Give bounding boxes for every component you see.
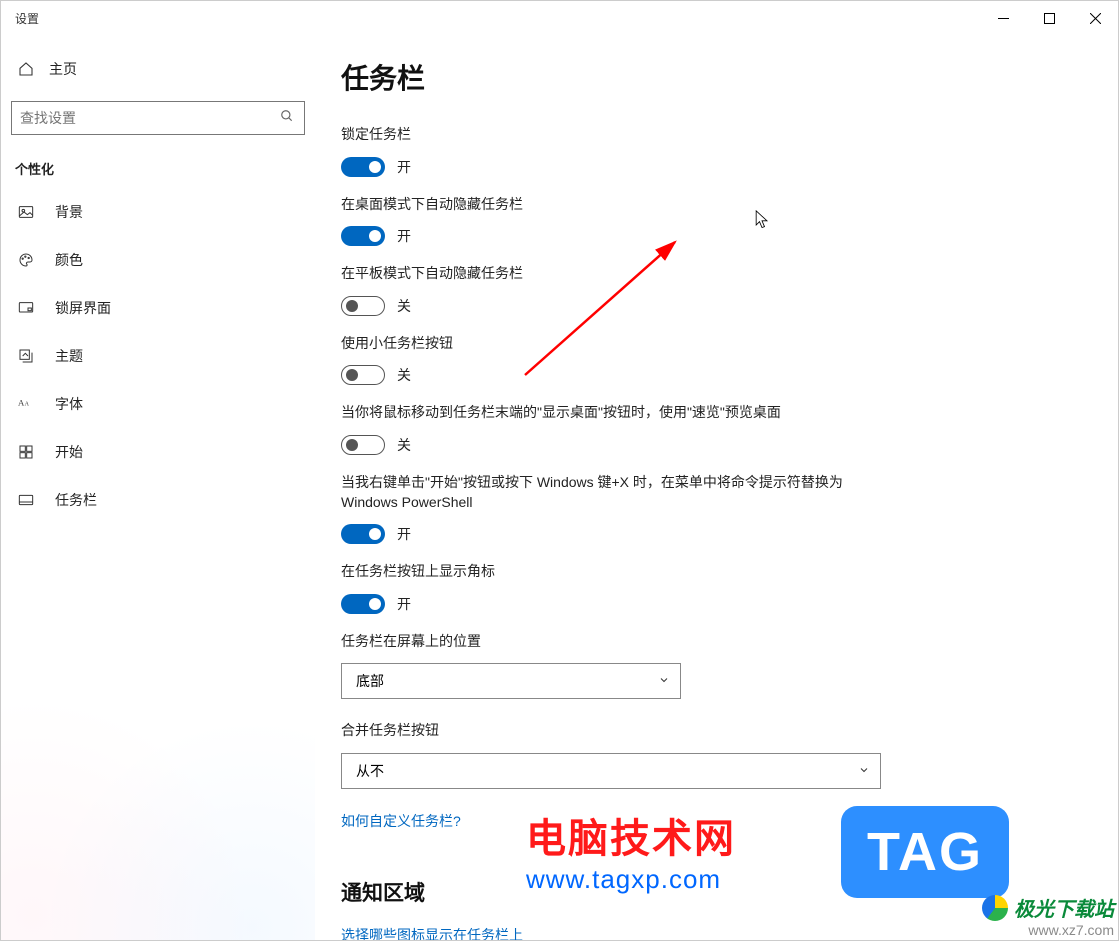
sidebar: 主页 个性化 背景 颜色 锁屏界面 主题 AA 字体 [1,35,315,940]
start-icon [17,444,35,460]
sidebar-item-themes[interactable]: 主题 [1,332,315,380]
toggle-state: 开 [397,226,411,246]
sidebar-item-label: 颜色 [55,250,83,270]
home-nav[interactable]: 主页 [1,47,315,91]
theme-icon [17,348,35,364]
font-icon: AA [17,396,35,412]
maximize-button[interactable] [1026,1,1072,35]
toggle-state: 开 [397,524,411,544]
picture-icon [17,204,35,220]
window-title: 设置 [15,10,39,27]
svg-text:A: A [18,397,25,407]
dropdown-taskbar-position[interactable]: 底部 [341,663,681,699]
sidebar-item-label: 主题 [55,346,83,366]
setting-badges: 在任务栏按钮上显示角标 开 [341,562,901,614]
chevron-down-icon [658,673,670,689]
setting-label: 在桌面模式下自动隐藏任务栏 [341,195,901,215]
dropdown-value: 从不 [356,761,384,781]
section-title-notification-area: 通知区域 [341,877,1088,907]
toggle-autohide-desktop[interactable] [341,226,385,246]
sidebar-item-label: 字体 [55,394,83,414]
setting-label: 当你将鼠标移动到任务栏末端的"显示桌面"按钮时，使用"速览"预览桌面 [341,403,901,423]
toggle-small-buttons[interactable] [341,365,385,385]
setting-label: 任务栏在屏幕上的位置 [341,632,901,652]
help-link-customize-taskbar[interactable]: 如何自定义任务栏? [341,811,461,831]
toggle-powershell[interactable] [341,524,385,544]
toggle-state: 开 [397,157,411,177]
setting-label: 在任务栏按钮上显示角标 [341,562,901,582]
setting-taskbar-position: 任务栏在屏幕上的位置 底部 [341,632,901,700]
lockscreen-icon [17,300,35,316]
sidebar-item-label: 锁屏界面 [55,298,111,318]
toggle-lock-taskbar[interactable] [341,157,385,177]
home-icon [17,61,35,77]
dropdown-combine-buttons[interactable]: 从不 [341,753,881,789]
setting-label: 当我右键单击"开始"按钮或按下 Windows 键+X 时，在菜单中将命令提示符… [341,473,901,512]
minimize-button[interactable] [980,1,1026,35]
home-label: 主页 [49,59,77,79]
search-box[interactable] [11,101,305,135]
svg-text:A: A [25,401,30,407]
toggle-state: 关 [397,296,411,316]
sidebar-item-taskbar[interactable]: 任务栏 [1,476,315,524]
setting-label: 使用小任务栏按钮 [341,334,901,354]
dropdown-value: 底部 [356,671,384,691]
setting-small-buttons: 使用小任务栏按钮 关 [341,334,901,386]
window-controls [980,1,1118,35]
setting-powershell: 当我右键单击"开始"按钮或按下 Windows 键+X 时，在菜单中将命令提示符… [341,473,901,544]
sidebar-item-label: 背景 [55,202,83,222]
taskbar-icon [17,492,35,508]
toggle-state: 关 [397,365,411,385]
toggle-badges[interactable] [341,594,385,614]
main-content: 任务栏 锁定任务栏 开 在桌面模式下自动隐藏任务栏 开 在平板模式下自动隐藏任务… [315,35,1118,940]
setting-lock-taskbar: 锁定任务栏 开 [341,125,901,177]
setting-peek-desktop: 当你将鼠标移动到任务栏末端的"显示桌面"按钮时，使用"速览"预览桌面 关 [341,403,901,455]
toggle-autohide-tablet[interactable] [341,296,385,316]
sidebar-item-label: 任务栏 [55,490,97,510]
category-header: 个性化 [1,153,315,188]
sidebar-item-lockscreen[interactable]: 锁屏界面 [1,284,315,332]
search-icon [280,109,296,128]
page-title: 任务栏 [341,57,1088,97]
toggle-peek-desktop[interactable] [341,435,385,455]
link-select-icons[interactable]: 选择哪些图标显示在任务栏上 [341,925,523,940]
toggle-state: 开 [397,594,411,614]
setting-label: 锁定任务栏 [341,125,901,145]
title-bar: 设置 [1,1,1118,35]
sidebar-item-colors[interactable]: 颜色 [1,236,315,284]
close-button[interactable] [1072,1,1118,35]
setting-autohide-desktop: 在桌面模式下自动隐藏任务栏 开 [341,195,901,247]
palette-icon [17,252,35,268]
chevron-down-icon [858,763,870,779]
setting-autohide-tablet: 在平板模式下自动隐藏任务栏 关 [341,264,901,316]
setting-label: 合并任务栏按钮 [341,721,901,741]
sidebar-item-fonts[interactable]: AA 字体 [1,380,315,428]
sidebar-blur-bg [1,690,315,940]
setting-label: 在平板模式下自动隐藏任务栏 [341,264,901,284]
sidebar-item-label: 开始 [55,442,83,462]
search-input[interactable] [20,110,280,126]
setting-combine-buttons: 合并任务栏按钮 从不 [341,721,901,789]
toggle-state: 关 [397,435,411,455]
sidebar-item-start[interactable]: 开始 [1,428,315,476]
sidebar-item-background[interactable]: 背景 [1,188,315,236]
